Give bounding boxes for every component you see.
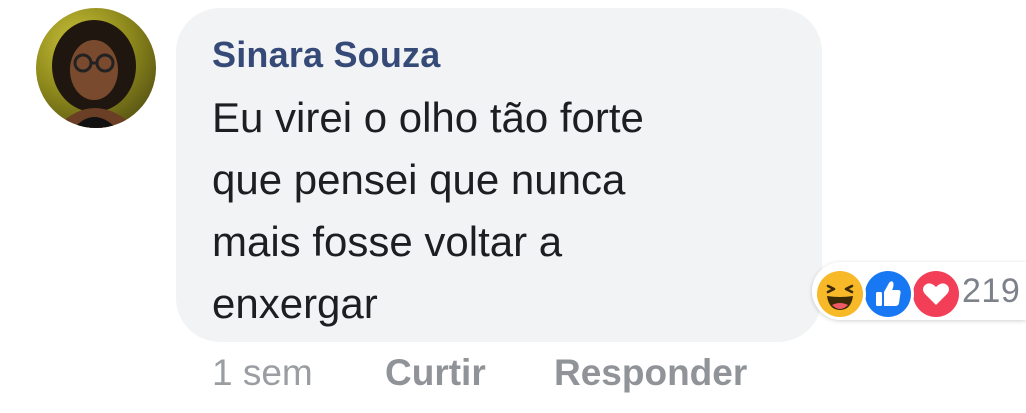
- reaction-count[interactable]: 219: [962, 272, 1020, 311]
- avatar[interactable]: [36, 8, 156, 128]
- reply-link[interactable]: Responder: [554, 352, 747, 394]
- comment: Sinara Souza Eu virei o olho tão forte q…: [0, 0, 1026, 413]
- love-icon: [910, 268, 962, 320]
- author-name[interactable]: Sinara Souza: [212, 34, 440, 76]
- haha-icon: [814, 268, 866, 320]
- comment-text: Eu virei o olho tão forte que pensei que…: [212, 94, 644, 327]
- like-icon: [862, 268, 914, 320]
- comment-timestamp[interactable]: 1 sem: [212, 352, 313, 394]
- like-link[interactable]: Curtir: [385, 352, 486, 394]
